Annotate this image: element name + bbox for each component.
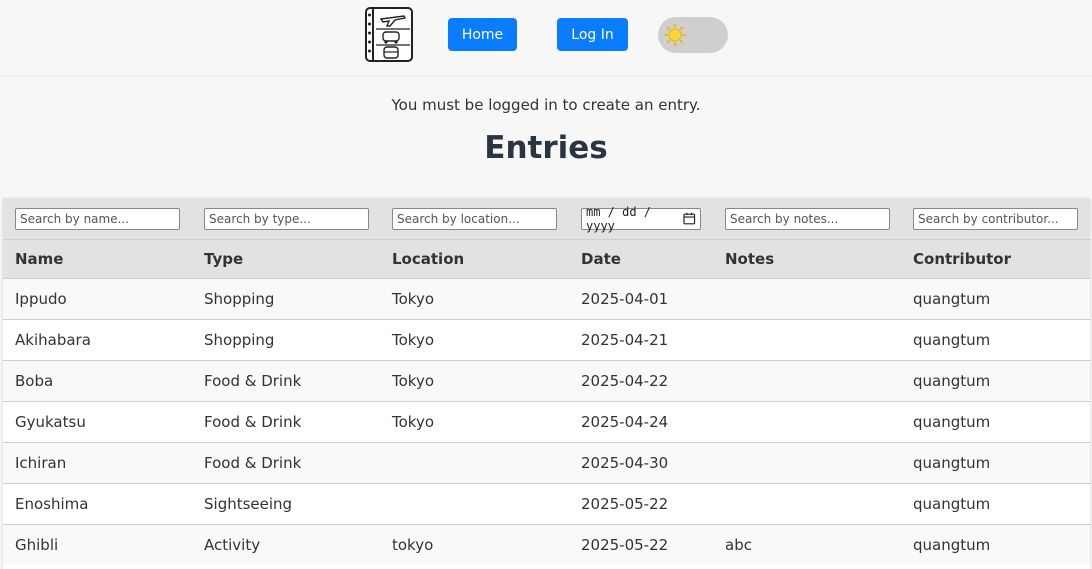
table-row[interactable]: Gyukatsu Food & Drink Tokyo 2025-04-24 quang… [3,401,1090,443]
table-row[interactable]: Enoshima Sightseeing 2025-05-22 quangtum [3,483,1090,525]
cell-location [380,483,569,525]
filter-row: Search by name... Search by type... Sear… [3,198,1090,240]
cell-name: Enoshima [3,483,192,525]
theme-toggle[interactable] [658,17,728,53]
calendar-icon[interactable] [683,212,696,225]
page-title: Entries [484,130,608,166]
cell-name: Gyukatsu [3,401,192,443]
cell-notes: abc [713,524,901,565]
cell-location: Tokyo [380,401,569,443]
location-search-input[interactable]: Search by location... [392,207,557,230]
cell-contributor: quangtum [901,319,1090,361]
cell-notes [713,401,901,443]
cell-date: 2025-04-22 [569,360,713,402]
table-row[interactable]: Ippudo Shopping Tokyo 2025-04-01 quangtum [3,278,1090,320]
cell-type: Activity [192,524,380,565]
column-header-notes[interactable]: Notes [713,239,901,279]
cell-contributor: quangtum [901,524,1090,565]
entries-table-container: Search by name... Search by type... Sear… [3,198,1090,569]
cell-location: tokyo [380,524,569,565]
table-row[interactable]: Akihabara Shopping Tokyo 2025-04-21 quangtum [3,319,1090,361]
table-row[interactable]: Boba Food & Drink Tokyo 2025-04-22 quangtum [3,360,1090,402]
name-search-input[interactable]: Search by name... [15,207,180,230]
login-required-notice: You must be logged in to create an entry… [391,96,701,114]
cell-name: Boba [3,360,192,402]
table-row[interactable]: Ghibli Activity tokyo 2025-05-22 abc quangtum [3,524,1090,565]
contributor-search-input[interactable]: Search by contributor... [913,207,1078,230]
cell-date: 2025-04-21 [569,319,713,361]
cell-date: 2025-04-24 [569,401,713,443]
cell-name: Ghibli [3,524,192,565]
top-navbar: Home Log In [0,0,1092,76]
cell-contributor: quangtum [901,278,1090,320]
cell-date: 2025-05-22 [569,483,713,525]
cell-location: Tokyo [380,278,569,320]
column-header-name[interactable]: Name [3,239,192,279]
cell-notes [713,319,901,361]
cell-type: Shopping [192,278,380,320]
login-button[interactable]: Log In [557,18,628,51]
cell-location: Tokyo [380,319,569,361]
cell-contributor: quangtum [901,483,1090,525]
date-filter-placeholder: mm / dd / yyyy [586,204,652,233]
table-row[interactable]: Ichiran Food & Drink 2025-04-30 quangtum [3,442,1090,484]
cell-name: Ippudo [3,278,192,320]
entries-table: Search by name... Search by type... Sear… [3,198,1090,565]
cell-notes [713,360,901,402]
column-header-type[interactable]: Type [192,239,380,279]
cell-date: 2025-04-01 [569,278,713,320]
cell-notes [713,278,901,320]
cell-notes [713,442,901,484]
cell-location [380,442,569,484]
date-filter-input[interactable]: mm / dd / yyyy [581,204,701,233]
cell-type: Food & Drink [192,360,380,402]
cell-contributor: quangtum [901,401,1090,443]
cell-date: 2025-05-22 [569,524,713,565]
table-header-row: Name Type Location Date Notes Contributo… [3,239,1090,279]
cell-contributor: quangtum [901,442,1090,484]
cell-type: Shopping [192,319,380,361]
cell-name: Akihabara [3,319,192,361]
column-header-date[interactable]: Date [569,239,713,279]
home-button[interactable]: Home [448,18,517,51]
travel-journal-logo-icon[interactable] [364,6,414,63]
cell-type: Food & Drink [192,442,380,484]
cell-type: Sightseeing [192,483,380,525]
column-header-location[interactable]: Location [380,239,569,279]
column-header-contributor[interactable]: Contributor [901,239,1090,279]
type-search-input[interactable]: Search by type... [204,207,369,230]
notes-search-input[interactable]: Search by notes... [725,207,890,230]
cell-contributor: quangtum [901,360,1090,402]
cell-name: Ichiran [3,442,192,484]
cell-notes [713,483,901,525]
cell-location: Tokyo [380,360,569,402]
cell-date: 2025-04-30 [569,442,713,484]
sun-icon [663,23,687,47]
cell-type: Food & Drink [192,401,380,443]
